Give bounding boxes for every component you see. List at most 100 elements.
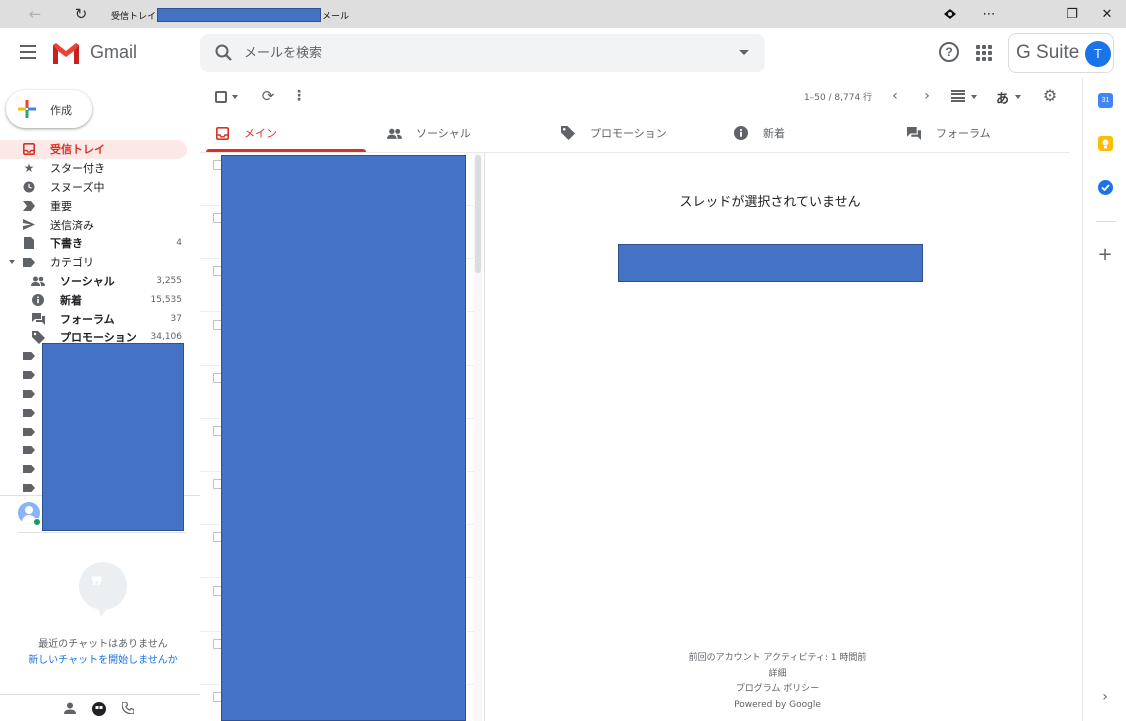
scroll-thumb[interactable] [475, 155, 481, 273]
sidebar-item-sent[interactable]: 送信済み [0, 215, 200, 234]
chevron-down-icon[interactable] [9, 259, 15, 264]
chevron-right-icon[interactable]: › [1097, 689, 1113, 705]
label-icon[interactable] [23, 371, 35, 379]
pane-divider[interactable] [484, 153, 485, 721]
input-tools-button[interactable]: あ [996, 88, 1009, 107]
chevron-down-icon[interactable] [1015, 95, 1021, 99]
people-icon [386, 125, 402, 141]
label-icon[interactable] [23, 352, 35, 360]
no-thread-message: スレッドが選択されていません [679, 195, 861, 210]
gear-icon[interactable]: ⚙ [1042, 88, 1058, 104]
sidebar-item-label: カテゴリ [50, 256, 94, 270]
label-icon[interactable] [23, 409, 35, 417]
info-icon [31, 293, 45, 307]
hangouts-icon[interactable] [92, 702, 106, 716]
back-arrow-icon[interactable]: ← [26, 5, 44, 23]
sidebar-item-inbox[interactable]: 受信トレイ [0, 140, 187, 159]
sidebar-item-label: フォーラム [60, 312, 115, 326]
inbox-icon [214, 125, 230, 141]
sidebar-item-label: 下書き [50, 237, 83, 251]
add-addon-icon[interactable]: + [1097, 246, 1113, 264]
tab-updates[interactable]: 新着 [733, 114, 785, 152]
category-tabs: メイン ソーシャル プロモーション 新着 フォーラム [200, 114, 1070, 153]
close-window-icon[interactable]: ✕ [1087, 0, 1126, 28]
apps-grid-icon[interactable] [976, 45, 992, 61]
sidebar-item-social[interactable]: ソーシャル 3,255 [0, 272, 200, 291]
people-icon [31, 274, 45, 288]
start-chat-link[interactable]: 新しいチャットを開始しませんか [0, 651, 206, 666]
sidebar-item-label: 受信トレイ [50, 143, 105, 157]
app-name[interactable]: Gmail [90, 42, 137, 63]
keep-icon[interactable] [1098, 136, 1113, 151]
tasks-icon[interactable] [1098, 180, 1113, 195]
label-icon[interactable] [23, 465, 35, 473]
plus-icon [18, 100, 36, 118]
contacts-icon[interactable] [63, 702, 77, 716]
more-vert-icon[interactable]: ⋮ [292, 88, 306, 104]
gsuite-label: G Suite [1016, 42, 1080, 63]
compose-button[interactable]: 作成 [6, 90, 92, 128]
tab-social[interactable]: ソーシャル [386, 114, 471, 152]
sidebar-item-count: 34,106 [150, 332, 183, 343]
tab-forums[interactable]: フォーラム [906, 114, 991, 152]
tab-label: ソーシャル [416, 127, 471, 140]
search-icon[interactable] [214, 43, 234, 63]
sidebar-item-snoozed[interactable]: スヌーズ中 [0, 178, 200, 197]
tab-label: プロモーション [590, 127, 667, 140]
chevron-left-icon[interactable]: ‹ [888, 88, 902, 104]
list-scrollbar[interactable] [474, 153, 482, 721]
label-icon[interactable] [23, 446, 35, 454]
forum-icon [906, 125, 922, 141]
tab-active-indicator [206, 149, 366, 152]
search-input[interactable] [244, 43, 724, 63]
program-policy-link[interactable]: プログラム ポリシー [485, 682, 1070, 698]
tab-primary[interactable]: メイン [214, 114, 277, 152]
more-icon[interactable]: ⋯ [969, 0, 1009, 28]
refresh-icon[interactable]: ⟳ [260, 88, 276, 104]
calendar-icon[interactable]: 31 [1098, 93, 1113, 108]
account-switcher[interactable]: G Suite T [1008, 33, 1114, 73]
window-title-prefix: 受信トレイ [111, 11, 157, 22]
label-icon[interactable] [23, 484, 35, 492]
reading-pane-footer: 前回のアカウント アクティビティ: 1 時間前 詳細 プログラム ポリシー Po… [485, 651, 1070, 713]
sidebar-item-count: 3,255 [156, 275, 182, 286]
search-bar[interactable] [200, 34, 765, 72]
label-icon[interactable] [23, 428, 35, 436]
no-chat-text: 最近のチャットはありません [38, 639, 168, 650]
details-link[interactable]: 詳細 [485, 667, 1070, 683]
last-activity-text: 前回のアカウント アクティビティ: 1 時間前 [688, 653, 867, 663]
select-all-checkbox[interactable] [215, 91, 227, 103]
sidebar-item-important[interactable]: 重要 [0, 196, 200, 215]
hangouts-bottom-bar [0, 694, 200, 721]
powered-by-text: Powered by Google [734, 699, 821, 710]
sidebar-item-starred[interactable]: ★ スター付き [0, 159, 200, 178]
search-options-icon[interactable] [739, 50, 749, 55]
chevron-right-icon[interactable]: › [920, 88, 934, 104]
label-icon[interactable] [23, 390, 35, 398]
phone-icon[interactable] [121, 701, 135, 716]
sidebar-item-categories[interactable]: カテゴリ [0, 253, 200, 272]
tab-label: フォーラム [936, 127, 991, 140]
sidebar-item-drafts[interactable]: 下書き 4 [0, 234, 200, 253]
avatar[interactable]: T [1085, 41, 1111, 67]
sidebar-item-count: 37 [170, 313, 182, 324]
draft-icon [22, 236, 36, 250]
sidebar-item-forums[interactable]: フォーラム 37 [0, 309, 200, 328]
forum-icon [31, 312, 45, 326]
reading-view-icon[interactable] [930, 0, 970, 28]
sidebar-item-label: スヌーズ中 [50, 180, 105, 194]
chevron-down-icon[interactable] [232, 95, 238, 99]
sidebar-item-updates[interactable]: 新着 15,535 [0, 290, 200, 309]
browser-titlebar: ← ↻ 受信トレイ メール ⋯ ❐ ✕ [0, 0, 1126, 28]
gmail-logo-icon[interactable] [51, 42, 81, 64]
density-icon[interactable] [951, 90, 965, 102]
tab-promotions[interactable]: プロモーション [560, 114, 667, 152]
sidebar-divider [18, 532, 186, 533]
chevron-down-icon[interactable] [971, 95, 977, 99]
reload-icon[interactable]: ↻ [72, 5, 90, 23]
clock-icon [22, 180, 36, 194]
restore-window-icon[interactable]: ❐ [1052, 0, 1092, 28]
help-icon[interactable]: ? [939, 42, 959, 62]
send-icon [22, 218, 36, 232]
main-menu-icon[interactable] [16, 41, 40, 65]
